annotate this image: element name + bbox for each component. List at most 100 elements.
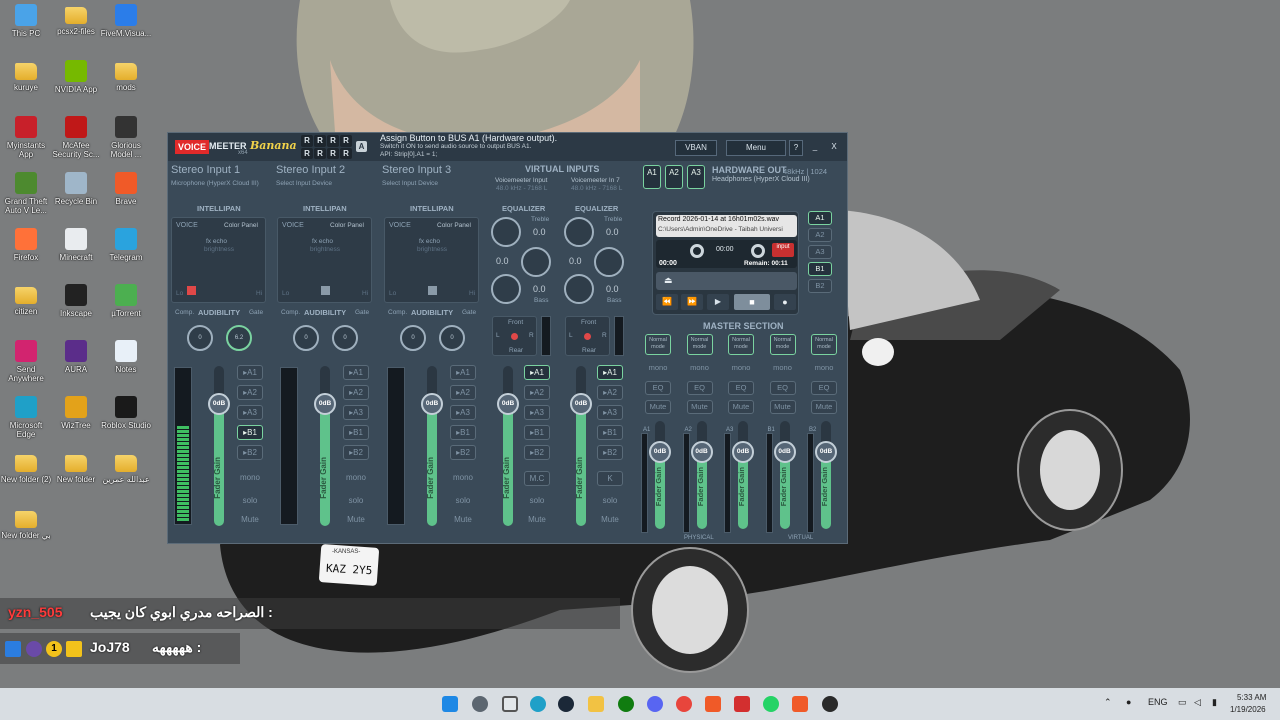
voicemeeter-window[interactable]: VOICE MEETER Banana x64 R R R R R R R R … (167, 132, 848, 544)
pan-marker-icon[interactable] (321, 286, 330, 295)
desktop-icon[interactable]: عبدالله عمرين (100, 452, 152, 484)
master-fader-knob[interactable]: 0dB (649, 441, 671, 463)
eq-knob[interactable] (594, 247, 624, 277)
bus-a1-button[interactable]: ▸A1 (237, 365, 263, 380)
normal-mode-button[interactable]: Normal mode (728, 334, 754, 355)
desktop-icon[interactable]: New folder (2) (0, 452, 52, 484)
mute-button[interactable]: Mute (450, 513, 476, 528)
network-icon[interactable]: ▭ (1178, 697, 1187, 708)
mono-button[interactable]: mono (450, 471, 476, 486)
desktop-icon[interactable]: Grand Theft Auto V Le... (0, 172, 52, 215)
desktop-icon[interactable]: NVIDIA App (50, 60, 102, 94)
bus-b1-button[interactable]: ▸B1 (597, 425, 623, 440)
desktop-icon[interactable]: µTorrent (100, 284, 152, 318)
volume-icon[interactable]: ◁ (1194, 697, 1201, 708)
eq-knob[interactable] (564, 217, 594, 247)
bus-a1-button[interactable]: ▸A1 (343, 365, 369, 380)
discord-icon[interactable] (647, 696, 663, 712)
master-mono-button[interactable]: mono (645, 362, 671, 376)
desktop-icon[interactable]: Recycle Bin (50, 172, 102, 206)
recorder-a2-button[interactable]: A2 (808, 228, 832, 242)
eq-knob[interactable] (521, 247, 551, 277)
bus-b1-button[interactable]: ▸B1 (450, 425, 476, 440)
normal-mode-button[interactable]: Normal mode (686, 334, 713, 355)
brave-icon[interactable] (792, 696, 808, 712)
master-fader-knob[interactable]: 0dB (773, 441, 796, 463)
desktop-icon[interactable]: Telegram (100, 228, 152, 262)
bus-b2-button[interactable]: ▸B2 (237, 445, 263, 460)
surround-pan-panel[interactable]: Front Rear L R (565, 316, 610, 356)
fader-knob[interactable]: 0dB (208, 393, 230, 415)
strip2-name[interactable]: Stereo Input 2 (276, 164, 345, 176)
r-button[interactable]: R (340, 135, 352, 147)
recorder-b2-button[interactable]: B2 (808, 279, 832, 293)
solo-button[interactable]: solo (343, 494, 369, 509)
desktop-icon[interactable]: Brave (100, 172, 152, 206)
r-button[interactable]: R (340, 147, 352, 159)
desktop-icon[interactable]: Myinstants App (0, 116, 52, 159)
menu-button[interactable]: Menu (726, 140, 786, 156)
desktop-icon[interactable]: kuruye (0, 60, 52, 92)
r-button[interactable]: R (314, 135, 326, 147)
fader-knob[interactable]: 0dB (314, 393, 336, 415)
bus-a3-button[interactable]: ▸A3 (524, 405, 550, 420)
clock-time[interactable]: 5:33 AM (1237, 693, 1266, 702)
gate-knob[interactable]: 6.2 (226, 325, 252, 351)
clock-date[interactable]: 1/19/2026 (1230, 705, 1266, 714)
r-button[interactable]: R (327, 135, 339, 147)
mono-button[interactable]: mono (343, 471, 369, 486)
bus-b2-button[interactable]: ▸B2 (524, 445, 550, 460)
fast-forward-icon[interactable]: ⏩ (681, 294, 703, 310)
desktop-icon[interactable]: WizTree (50, 396, 102, 430)
master-mono-button[interactable]: mono (687, 362, 713, 376)
desktop-icon[interactable]: Microsoft Edge (0, 396, 52, 439)
bus-a2-button[interactable]: ▸A2 (450, 385, 476, 400)
pan-marker-icon[interactable] (187, 286, 196, 295)
intellipan-panel[interactable]: VOICE Color Panel fx echo brightness Lo Hi (384, 217, 479, 303)
strip1-device[interactable]: Microphone (HyperX Cloud III) (171, 180, 259, 187)
rewind-icon[interactable]: ⏪ (656, 294, 678, 310)
strip1-name[interactable]: Stereo Input 1 (171, 164, 240, 176)
bus-b1-button[interactable]: ▸B1 (524, 425, 550, 440)
master-eq-button[interactable]: EQ (686, 381, 713, 395)
strip3-device[interactable]: Select Input Device (382, 180, 438, 187)
surround-pan-panel[interactable]: Front Rear L R (492, 316, 537, 356)
recorder-a3-button[interactable]: A3 (808, 245, 832, 259)
master-eq-button[interactable]: EQ (645, 381, 671, 395)
r-button[interactable]: R (301, 135, 313, 147)
fader-knob[interactable]: 0dB (421, 393, 443, 415)
normal-mode-button[interactable]: Normal mode (811, 334, 837, 355)
record-icon[interactable]: ● (774, 294, 796, 310)
mute-button[interactable]: Mute (343, 513, 369, 528)
bus-a2-button[interactable]: ▸A2 (343, 385, 369, 400)
normal-mode-button[interactable]: Normal mode (645, 334, 671, 355)
virtual-input2-name[interactable]: Voicemeeter In 7 (571, 177, 620, 184)
bus-b1-button[interactable]: ▸B1 (343, 425, 369, 440)
mute-button[interactable]: Mute (597, 513, 623, 528)
comp-knob[interactable]: 0 (293, 325, 319, 351)
r-button[interactable]: R (301, 147, 313, 159)
file-explorer-icon[interactable] (588, 696, 604, 712)
brave-icon[interactable] (705, 696, 721, 712)
eq-knob[interactable] (491, 217, 521, 247)
pan-marker-icon[interactable] (428, 286, 437, 295)
chrome-icon[interactable] (676, 696, 692, 712)
virtual-input1-name[interactable]: Voicemeeter Input (495, 177, 547, 184)
solo-button[interactable]: solo (450, 494, 476, 509)
pan-dot-icon[interactable] (511, 333, 518, 340)
mc-button[interactable]: M.C (524, 471, 550, 486)
master-eq-button[interactable]: EQ (811, 381, 837, 395)
stop-icon[interactable]: ■ (734, 294, 770, 310)
desktop-icon[interactable]: Minecraft (50, 228, 102, 262)
macro-r-buttons[interactable]: R R R R R R R R (301, 135, 355, 159)
desktop-icon[interactable]: Send Anywhere (0, 340, 52, 383)
language-indicator[interactable]: ENG (1148, 697, 1168, 707)
master-mono-button[interactable]: mono (728, 362, 754, 376)
bus-a1-button[interactable]: ▸A1 (597, 365, 623, 380)
desktop-icon[interactable]: Roblox Studio (100, 396, 152, 430)
desktop-icon[interactable]: citizen (0, 284, 52, 316)
minimize-button[interactable]: _ (808, 140, 822, 156)
hw-out-a1-button[interactable]: A1 (643, 165, 661, 189)
eq-knob[interactable] (491, 274, 521, 304)
hardware-out-device[interactable]: Headphones (HyperX Cloud III) (712, 176, 810, 183)
